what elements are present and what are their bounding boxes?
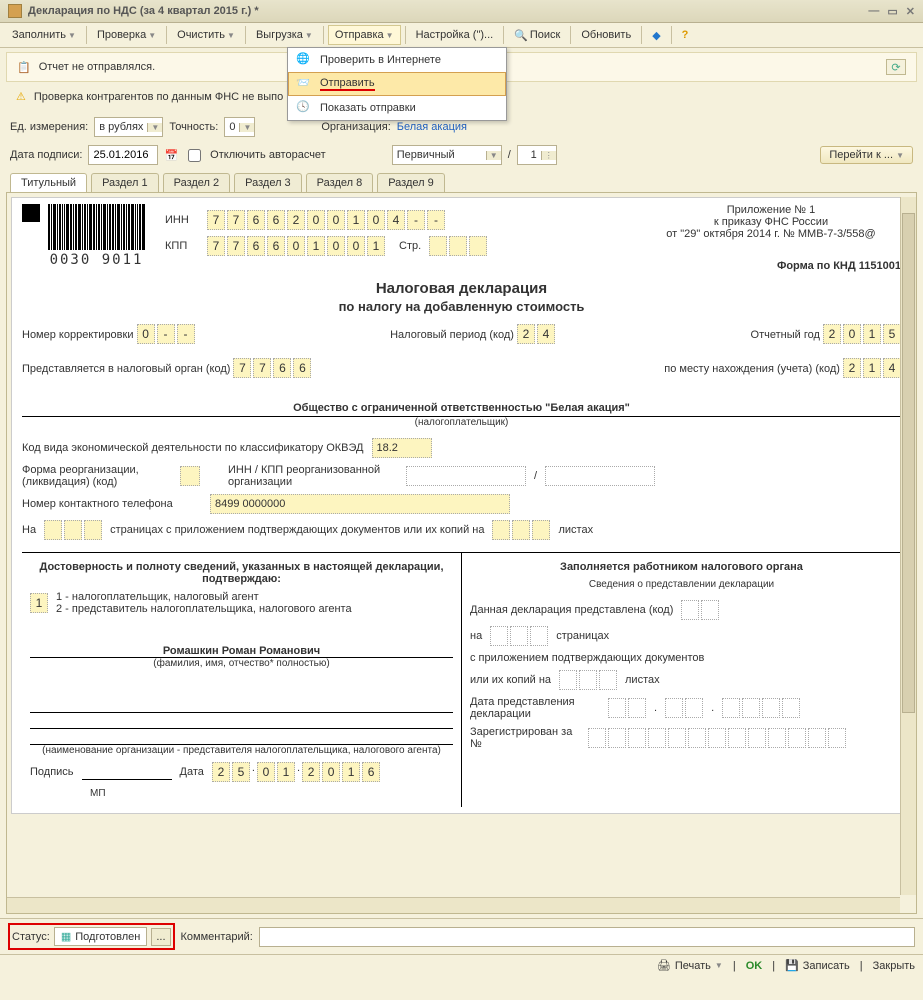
help-icon: ? (682, 29, 689, 41)
inn-cells[interactable]: 7766200104-- (207, 210, 445, 230)
corr-num-field[interactable]: 1⋮ (517, 145, 557, 165)
check-internet-item[interactable]: 🌐 Проверить в Интернете (288, 48, 506, 72)
kpp-cells[interactable]: 776601001 (207, 236, 385, 256)
send-button[interactable]: Отправка▼ (328, 25, 401, 45)
page-cells (429, 236, 487, 256)
globe-check-icon: 🌐 (296, 52, 312, 68)
org-full-name: Общество с ограниченной ответственностью… (22, 402, 901, 417)
reorg-inn-field[interactable] (406, 466, 526, 486)
kpp-label: КПП (165, 240, 199, 252)
doc-status-icon: ▦ (61, 930, 71, 943)
right-block: Заполняется работником налогового органа… (462, 553, 901, 807)
status-highlight: Статус: ▦ Подготовлен ... (8, 923, 175, 950)
tab-section3[interactable]: Раздел 3 (234, 173, 302, 192)
warning-icon: ⚠ (16, 90, 26, 103)
vertical-scrollbar[interactable] (900, 197, 916, 895)
org-link[interactable]: Белая акация (397, 121, 467, 133)
update-button[interactable]: Обновить (575, 26, 637, 44)
main-toolbar: Заполнить▼ Проверка▼ Очистить▼ Выгрузка▼… (0, 23, 923, 48)
minimize-button[interactable]: — (868, 5, 879, 18)
show-sends-item[interactable]: 🕓 Показать отправки (288, 96, 506, 120)
page-label: Стр. (399, 240, 421, 252)
save-button[interactable]: 💾Записать (785, 959, 850, 972)
maximize-button[interactable]: ▭ (887, 5, 897, 18)
params-row-2: Дата подписи: 📅 Отключить авторасчет Пер… (0, 141, 923, 169)
reorg-code-field[interactable] (180, 466, 200, 486)
tab-section1[interactable]: Раздел 1 (91, 173, 159, 192)
tab-section9[interactable]: Раздел 9 (377, 173, 445, 192)
section-tabs: Титульный Раздел 1 Раздел 2 Раздел 3 Раз… (0, 173, 923, 192)
expand-button[interactable]: ◆ (646, 26, 666, 45)
send-icon: 📨 (296, 76, 312, 92)
place-cells[interactable]: 214 (843, 358, 901, 378)
barcode-marker (22, 204, 40, 222)
left-block: Достоверность и полноту сведений, указан… (22, 553, 462, 807)
tab-section8[interactable]: Раздел 8 (306, 173, 374, 192)
tax-org-cells[interactable]: 7766 (233, 358, 311, 378)
settings-button[interactable]: Настройка (")... (410, 26, 500, 44)
search-icon: 🔍 (514, 29, 528, 42)
attach-cells[interactable] (492, 520, 550, 540)
tab-section2[interactable]: Раздел 2 (163, 173, 231, 192)
signer-type-cell[interactable]: 1 (30, 593, 48, 613)
history-icon: 🕓 (296, 100, 312, 116)
send-dropdown: 🌐 Проверить в Интернете 📨 Отправить 🕓 По… (287, 47, 507, 121)
date-picker-icon[interactable]: 📅 (164, 149, 178, 162)
doc-title1: Налоговая декларация (22, 280, 901, 297)
period-cells[interactable]: 24 (517, 324, 555, 344)
titlebar: Декларация по НДС (за 4 квартал 2015 г.)… (0, 0, 923, 23)
send-item[interactable]: 📨 Отправить (288, 72, 506, 96)
window-title: Декларация по НДС (за 4 квартал 2015 г.)… (28, 5, 259, 17)
disk-icon: 💾 (785, 959, 799, 972)
reorg-kpp-field[interactable] (545, 466, 655, 486)
refresh-button[interactable]: ⟳ (886, 59, 906, 75)
org-sub: (налогоплательщик) (22, 417, 901, 428)
precision-combo[interactable]: 0▼ (224, 117, 255, 137)
clear-button[interactable]: Очистить▼ (171, 26, 241, 44)
unit-combo[interactable]: в рублях▼ (94, 117, 163, 137)
ok-button[interactable]: OK (746, 960, 763, 972)
check-button[interactable]: Проверка▼ (91, 26, 162, 44)
close-button[interactable]: ✕ (906, 5, 915, 18)
inn-label: ИНН (165, 214, 199, 226)
unit-label: Ед. измерения: (10, 121, 88, 133)
title-page: 0030 9011 ИНН 7766200104-- КПП 776601001… (11, 197, 912, 814)
org-label: Организация: (321, 121, 390, 133)
status-picker[interactable]: ... (151, 928, 170, 946)
primary-combo[interactable]: Первичный▼ (392, 145, 502, 165)
fill-button[interactable]: Заполнить▼ (6, 26, 82, 44)
sign-date-input[interactable] (88, 145, 158, 165)
export-button[interactable]: Выгрузка▼ (250, 26, 319, 44)
okved-field[interactable]: 18.2 (372, 438, 432, 458)
fio: Ромашкин Роман Романович (30, 645, 453, 658)
comment-input[interactable] (259, 927, 915, 947)
status-field[interactable]: ▦ Подготовлен (54, 927, 148, 946)
close-button-footer[interactable]: Закрыть (873, 960, 915, 972)
appendix-info: Приложение № 1 к приказу ФНС России от "… (641, 204, 901, 272)
doc-title2: по налогу на добавленную стоимость (22, 299, 901, 314)
document-area: 0030 9011 ИНН 7766200104-- КПП 776601001… (6, 192, 917, 914)
corr-cells[interactable]: 0-- (137, 324, 195, 344)
footer: 🖨Печать▼ | OK | 💾Записать | Закрыть (0, 954, 923, 976)
horizontal-scrollbar[interactable] (7, 897, 900, 913)
sign-date-label: Дата подписи: (10, 149, 82, 161)
goto-button[interactable]: Перейти к ... ▼ (820, 146, 913, 164)
printer-icon: 🖨 (657, 959, 671, 972)
help-button[interactable]: ? (676, 26, 695, 44)
report-icon: 📋 (17, 61, 31, 74)
print-button[interactable]: 🖨Печать▼ (657, 959, 723, 972)
pages-cells[interactable] (44, 520, 102, 540)
status-row: Статус: ▦ Подготовлен ... Комментарий: (0, 918, 923, 954)
disable-auto-checkbox[interactable] (188, 149, 201, 162)
precision-label: Точность: (169, 121, 218, 133)
disable-auto-label: Отключить авторасчет (210, 149, 326, 161)
sign-date-cells[interactable]: 25 . 01 . 2016 (212, 762, 380, 782)
search-button[interactable]: 🔍Поиск (508, 26, 566, 45)
year-cells[interactable]: 2015 (823, 324, 901, 344)
app-icon (8, 4, 22, 18)
barcode: 0030 9011 (48, 204, 145, 268)
phone-field[interactable]: 8499 0000000 (210, 494, 510, 514)
tab-title[interactable]: Титульный (10, 173, 87, 192)
